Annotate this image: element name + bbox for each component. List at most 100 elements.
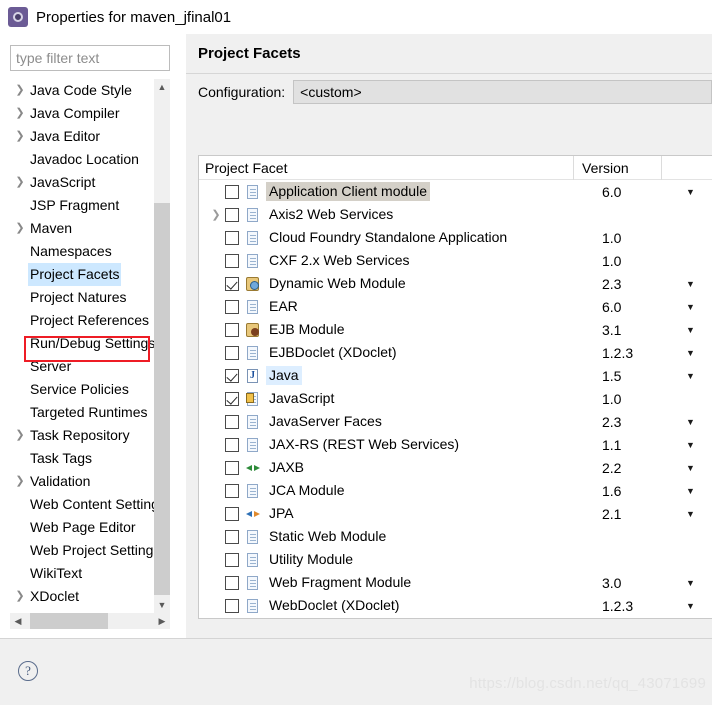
- filter-text-box[interactable]: [10, 45, 170, 71]
- version-dropdown-icon[interactable]: ▼: [682, 417, 712, 427]
- search-input[interactable]: [16, 50, 169, 66]
- table-row[interactable]: ❯Cloud Foundry Standalone Application1.0…: [199, 226, 712, 249]
- version-dropdown-icon[interactable]: ▼: [682, 348, 712, 358]
- sidebar-item-validation[interactable]: ❯ Validation: [10, 470, 154, 493]
- facet-checkbox[interactable]: [225, 322, 239, 337]
- facet-checkbox[interactable]: [225, 575, 239, 590]
- table-row[interactable]: ❯JCA Module1.6▼: [199, 479, 712, 502]
- facet-checkbox[interactable]: [225, 483, 239, 498]
- table-row[interactable]: ❯Application Client module6.0▼: [199, 180, 712, 203]
- chevron-right-icon[interactable]: ❯: [199, 208, 225, 221]
- scrollbar-thumb-vertical[interactable]: [154, 203, 170, 595]
- version-dropdown-icon[interactable]: ▼: [682, 440, 712, 450]
- version-dropdown-icon[interactable]: ▼: [682, 325, 712, 335]
- facet-checkbox[interactable]: [225, 437, 239, 452]
- sidebar-item-task-repository[interactable]: ❯ Task Repository: [10, 424, 154, 447]
- sidebar-item-java-compiler[interactable]: ❯ Java Compiler: [10, 102, 154, 125]
- table-row[interactable]: ❯JAX-RS (REST Web Services)1.1▼: [199, 433, 712, 456]
- sidebar-item-maven[interactable]: ❯ Maven: [10, 217, 154, 240]
- facet-checkbox[interactable]: [225, 506, 239, 521]
- chevron-up-icon[interactable]: ▲: [154, 79, 170, 95]
- facet-checkbox[interactable]: [225, 368, 239, 383]
- sidebar-item-java-code-style[interactable]: ❯ Java Code Style: [10, 79, 154, 102]
- chevron-right-icon[interactable]: ❯: [12, 171, 28, 194]
- sidebar-vertical-scrollbar[interactable]: ▲ ▼: [154, 79, 170, 613]
- facet-checkbox[interactable]: [225, 230, 239, 245]
- sidebar-item-server[interactable]: ❯Server: [10, 355, 154, 378]
- sidebar-item-javadoc-location[interactable]: ❯Javadoc Location: [10, 148, 154, 171]
- facet-checkbox[interactable]: [225, 460, 239, 475]
- sidebar-horizontal-scrollbar[interactable]: ◀ ▶: [10, 613, 170, 629]
- table-row[interactable]: ❯CXF 2.x Web Services1.0▼: [199, 249, 712, 272]
- chevron-left-icon[interactable]: ◀: [10, 613, 26, 629]
- sidebar-item-label: Java Compiler: [30, 105, 120, 121]
- table-row[interactable]: ❯Dynamic Web Module2.3▼: [199, 272, 712, 295]
- sidebar-item-jsp-fragment[interactable]: ❯JSP Fragment: [10, 194, 154, 217]
- version-dropdown-icon[interactable]: ▼: [682, 486, 712, 496]
- sidebar-item-service-policies[interactable]: ❯Service Policies: [10, 378, 154, 401]
- table-row[interactable]: ❯EJB Module3.1▼: [199, 318, 712, 341]
- chevron-right-icon[interactable]: ❯: [12, 102, 28, 125]
- version-dropdown-icon[interactable]: ▼: [682, 371, 712, 381]
- facet-checkbox[interactable]: [225, 345, 239, 360]
- sidebar-item-project-facets[interactable]: ❯Project Facets: [10, 263, 154, 286]
- version-dropdown-icon[interactable]: ▼: [682, 302, 712, 312]
- sidebar-item-java-editor[interactable]: ❯ Java Editor: [10, 125, 154, 148]
- sidebar-item-project-natures[interactable]: ❯Project Natures: [10, 286, 154, 309]
- table-row[interactable]: ❯Utility Module▼: [199, 548, 712, 571]
- version-dropdown-icon[interactable]: ▼: [682, 509, 712, 519]
- sidebar-item-web-content-settings[interactable]: ❯Web Content Settings: [10, 493, 154, 516]
- table-row[interactable]: ❯JAXB2.2▼: [199, 456, 712, 479]
- facet-checkbox[interactable]: [225, 276, 239, 291]
- facet-checkbox[interactable]: [225, 414, 239, 429]
- chevron-right-icon[interactable]: ❯: [12, 470, 28, 493]
- column-header-version[interactable]: Version: [573, 156, 661, 180]
- chevron-right-icon[interactable]: ❯: [12, 424, 28, 447]
- table-row[interactable]: ❯EAR6.0▼: [199, 295, 712, 318]
- table-row[interactable]: ❯JJava1.5▼: [199, 364, 712, 387]
- table-row[interactable]: ❯Web Fragment Module3.0▼: [199, 571, 712, 594]
- sidebar-item-wikitext[interactable]: ❯WikiText: [10, 562, 154, 585]
- sidebar-item-run-debug-settings[interactable]: ❯Run/Debug Settings: [10, 332, 154, 355]
- facet-checkbox[interactable]: [225, 529, 239, 544]
- sidebar-item-web-project-settings[interactable]: ❯Web Project Settings: [10, 539, 154, 562]
- version-dropdown-icon[interactable]: ▼: [682, 279, 712, 289]
- sidebar-item-xdoclet[interactable]: ❯ XDoclet: [10, 585, 154, 608]
- sidebar-item-namespaces[interactable]: ❯Namespaces: [10, 240, 154, 263]
- chevron-right-icon[interactable]: ❯: [12, 585, 28, 608]
- table-row[interactable]: ❯JavaScript1.0▼: [199, 387, 712, 410]
- watermark-text: https://blog.csdn.net/qq_43071699: [469, 675, 706, 692]
- facet-checkbox[interactable]: [225, 391, 239, 406]
- table-row[interactable]: ❯Static Web Module▼: [199, 525, 712, 548]
- facet-checkbox[interactable]: [225, 184, 239, 199]
- facet-checkbox[interactable]: [225, 598, 239, 613]
- column-header-facet[interactable]: Project Facet: [199, 156, 573, 180]
- facet-checkbox[interactable]: [225, 299, 239, 314]
- help-question-icon[interactable]: ?: [18, 661, 38, 681]
- version-dropdown-icon[interactable]: ▼: [682, 601, 712, 611]
- facet-checkbox[interactable]: [225, 253, 239, 268]
- table-row[interactable]: ❯Axis2 Web Services▼: [199, 203, 712, 226]
- configuration-select[interactable]: <custom>: [293, 80, 712, 104]
- table-row[interactable]: ❯JPA2.1▼: [199, 502, 712, 525]
- sidebar-item-targeted-runtimes[interactable]: ❯Targeted Runtimes: [10, 401, 154, 424]
- sidebar-item-web-page-editor[interactable]: ❯Web Page Editor: [10, 516, 154, 539]
- facets-table: Project Facet Version ❯ Application Clien…: [198, 155, 712, 619]
- scrollbar-thumb-horizontal[interactable]: [30, 613, 108, 629]
- facet-checkbox[interactable]: [225, 207, 239, 222]
- version-dropdown-icon[interactable]: ▼: [682, 463, 712, 473]
- chevron-right-icon[interactable]: ❯: [12, 217, 28, 240]
- table-row[interactable]: ❯EJBDoclet (XDoclet)1.2.3▼: [199, 341, 712, 364]
- sidebar-item-javascript[interactable]: ❯ JavaScript: [10, 171, 154, 194]
- table-row[interactable]: ❯JavaServer Faces2.3▼: [199, 410, 712, 433]
- chevron-right-icon[interactable]: ❯: [12, 125, 28, 148]
- sidebar-item-task-tags[interactable]: ❯Task Tags: [10, 447, 154, 470]
- facet-checkbox[interactable]: [225, 552, 239, 567]
- sidebar-item-project-references[interactable]: ❯Project References: [10, 309, 154, 332]
- chevron-down-icon[interactable]: ▼: [154, 597, 170, 613]
- chevron-right-icon[interactable]: ▶: [154, 613, 170, 629]
- chevron-right-icon[interactable]: ❯: [12, 79, 28, 102]
- table-row[interactable]: ❯WebDoclet (XDoclet)1.2.3▼: [199, 594, 712, 617]
- version-dropdown-icon[interactable]: ▼: [682, 187, 712, 197]
- version-dropdown-icon[interactable]: ▼: [682, 578, 712, 588]
